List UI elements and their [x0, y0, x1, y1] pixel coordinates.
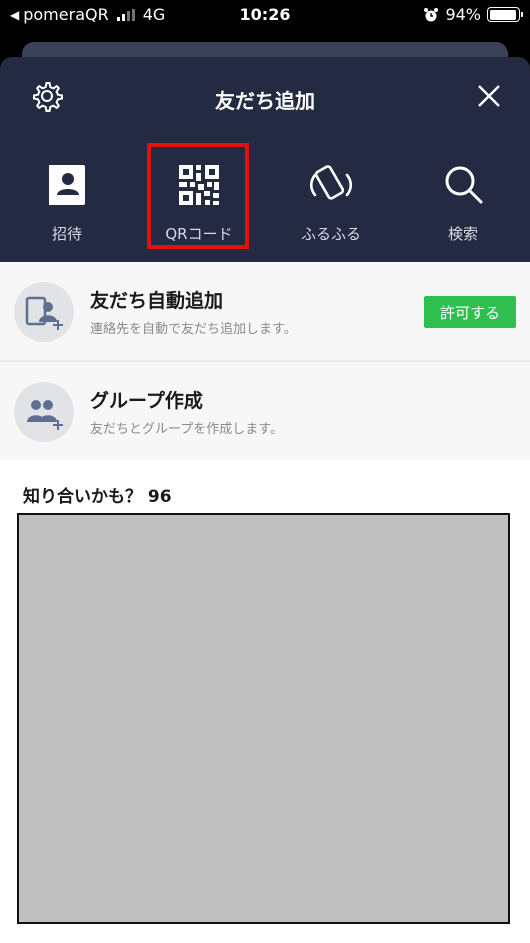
suggestions-title: 知り合いかも？ 96: [23, 487, 172, 507]
tab-shake-label: ふるふる: [300, 225, 361, 243]
page-title: 友だち追加: [215, 89, 315, 113]
add-group-icon: [27, 400, 63, 430]
create-group-title: グループ作成: [90, 390, 203, 412]
battery-percent: 94%: [445, 5, 481, 24]
tab-invite-label: 招待: [51, 225, 82, 243]
auto-add-icon-circle: [14, 282, 74, 342]
alarm-clock-icon: [424, 7, 439, 21]
qr-code-icon: [179, 165, 219, 205]
create-group-subtitle: 友だちとグループを作成します。: [90, 422, 283, 437]
close-button[interactable]: [474, 81, 504, 111]
list-item-auto-add[interactable]: 友だち自動追加 連絡先を自動で友だち追加します。 許可する: [0, 262, 530, 362]
auto-add-title: 友だち自動追加: [90, 290, 224, 312]
suggestions-redacted-area: [17, 513, 510, 924]
tab-qr-code[interactable]: QRコード: [144, 157, 254, 247]
auto-add-subtitle: 連絡先を自動で友だち追加します。: [90, 322, 297, 337]
create-group-icon-circle: [14, 382, 74, 442]
tab-search[interactable]: 検索: [408, 157, 518, 247]
add-friend-panel: 友だち追加 招待 QRコード ふるふる 検索: [0, 57, 530, 262]
status-bar: ◀ pomeraQR 4G 10:26 94%: [0, 0, 530, 30]
shake-phone-icon: [309, 165, 353, 200]
add-friend-options: 友だち自動追加 連絡先を自動で友だち追加します。 許可する グループ作成 友だち…: [0, 262, 530, 943]
close-icon: [478, 85, 500, 107]
status-right: 94%: [423, 5, 523, 24]
search-icon: [445, 166, 483, 204]
allow-button[interactable]: 許可する: [424, 296, 516, 328]
tab-search-label: 検索: [447, 225, 478, 243]
list-item-create-group[interactable]: グループ作成 友だちとグループを作成します。: [0, 362, 530, 460]
tab-invite[interactable]: 招待: [12, 157, 122, 247]
add-method-tabs: 招待 QRコード ふるふる 検索: [0, 157, 530, 247]
tab-qr-code-label: QRコード: [165, 225, 233, 243]
tab-shake[interactable]: ふるふる: [276, 157, 386, 247]
battery-icon: [487, 7, 523, 22]
battery-level: [489, 9, 516, 20]
add-contact-icon: [25, 296, 63, 330]
contact-book-icon: [49, 165, 85, 205]
